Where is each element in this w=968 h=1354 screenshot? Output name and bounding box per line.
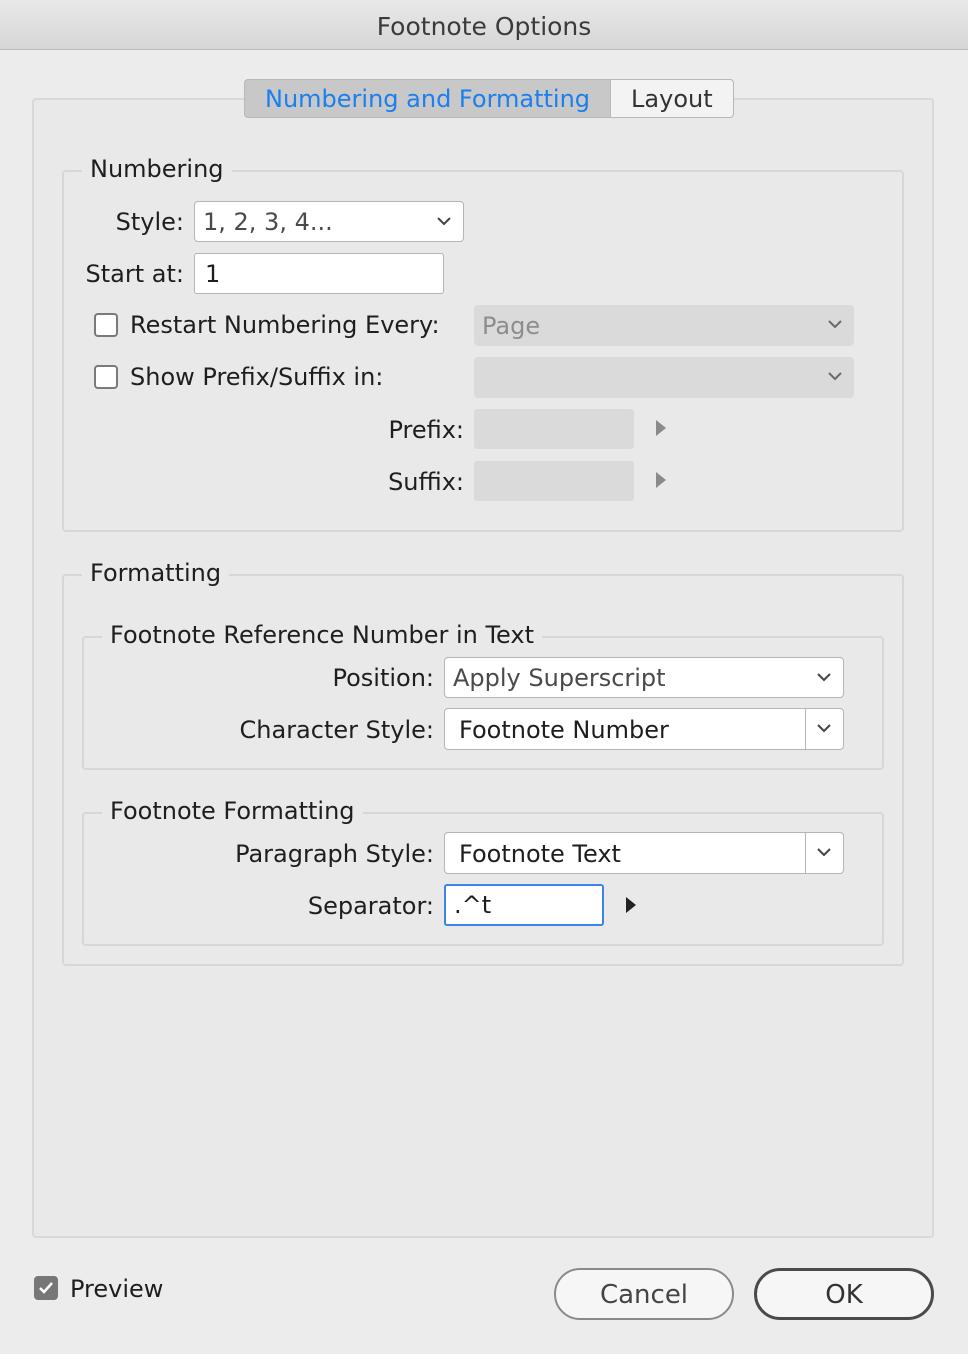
paragraph-style-label: Paragraph Style:: [235, 840, 434, 868]
character-style-value: Footnote Number: [459, 716, 669, 744]
triangle-right-icon[interactable]: [626, 897, 636, 913]
chevron-down-icon: [828, 320, 842, 329]
prefix-input[interactable]: [474, 409, 634, 449]
separator-input[interactable]: .^t: [444, 884, 604, 926]
chevron-down-icon: [817, 848, 831, 857]
formatting-legend: Formatting: [82, 559, 230, 587]
restart-numbering-label: Restart Numbering Every:: [130, 311, 440, 339]
triangle-right-icon[interactable]: [656, 472, 666, 488]
prefix-suffix-checkbox[interactable]: [94, 365, 118, 389]
tab-bar: Numbering and Formatting Layout: [244, 79, 734, 118]
start-at-label: Start at:: [85, 260, 184, 288]
checkmark-icon: [39, 1282, 53, 1294]
style-select-value: 1, 2, 3, 4...: [203, 208, 333, 236]
restart-numbering-value: Page: [482, 312, 541, 340]
chevron-down-icon: [828, 372, 842, 381]
chevron-down-icon: [817, 724, 831, 733]
suffix-input[interactable]: [474, 461, 634, 501]
position-label: Position:: [332, 664, 434, 692]
position-value: Apply Superscript: [453, 664, 666, 692]
tab-numbering-and-formatting[interactable]: Numbering and Formatting: [244, 79, 611, 118]
tab-layout[interactable]: Layout: [610, 79, 734, 118]
start-at-input[interactable]: 1: [194, 253, 444, 294]
character-style-label: Character Style:: [239, 716, 434, 744]
footnote-formatting-legend: Footnote Formatting: [102, 797, 363, 825]
window-title: Footnote Options: [0, 0, 968, 50]
paragraph-style-dropdown-button[interactable]: [805, 833, 843, 873]
restart-numbering-select[interactable]: Page: [474, 305, 854, 346]
ok-button[interactable]: OK: [754, 1268, 934, 1320]
prefix-label: Prefix:: [388, 416, 464, 444]
style-label: Style:: [115, 208, 184, 236]
preview-label: Preview: [70, 1275, 164, 1303]
paragraph-style-value: Footnote Text: [459, 840, 621, 868]
character-style-dropdown-button[interactable]: [805, 709, 843, 749]
cancel-button[interactable]: Cancel: [554, 1268, 734, 1320]
prefix-suffix-select[interactable]: [474, 357, 854, 398]
numbering-legend: Numbering: [82, 155, 232, 183]
chevron-down-icon: [437, 217, 451, 226]
suffix-label: Suffix:: [388, 468, 464, 496]
chevron-down-icon: [817, 673, 831, 682]
prefix-suffix-label: Show Prefix/Suffix in:: [130, 363, 384, 391]
position-select[interactable]: Apply Superscript: [444, 657, 844, 698]
reference-number-legend: Footnote Reference Number in Text: [102, 621, 542, 649]
character-style-combo[interactable]: Footnote Number: [444, 708, 844, 750]
style-select[interactable]: 1, 2, 3, 4...: [194, 201, 464, 242]
separator-label: Separator:: [307, 892, 434, 920]
triangle-right-icon[interactable]: [656, 420, 666, 436]
preview-checkbox[interactable]: [34, 1276, 58, 1300]
restart-numbering-checkbox[interactable]: [94, 313, 118, 337]
paragraph-style-combo[interactable]: Footnote Text: [444, 832, 844, 874]
